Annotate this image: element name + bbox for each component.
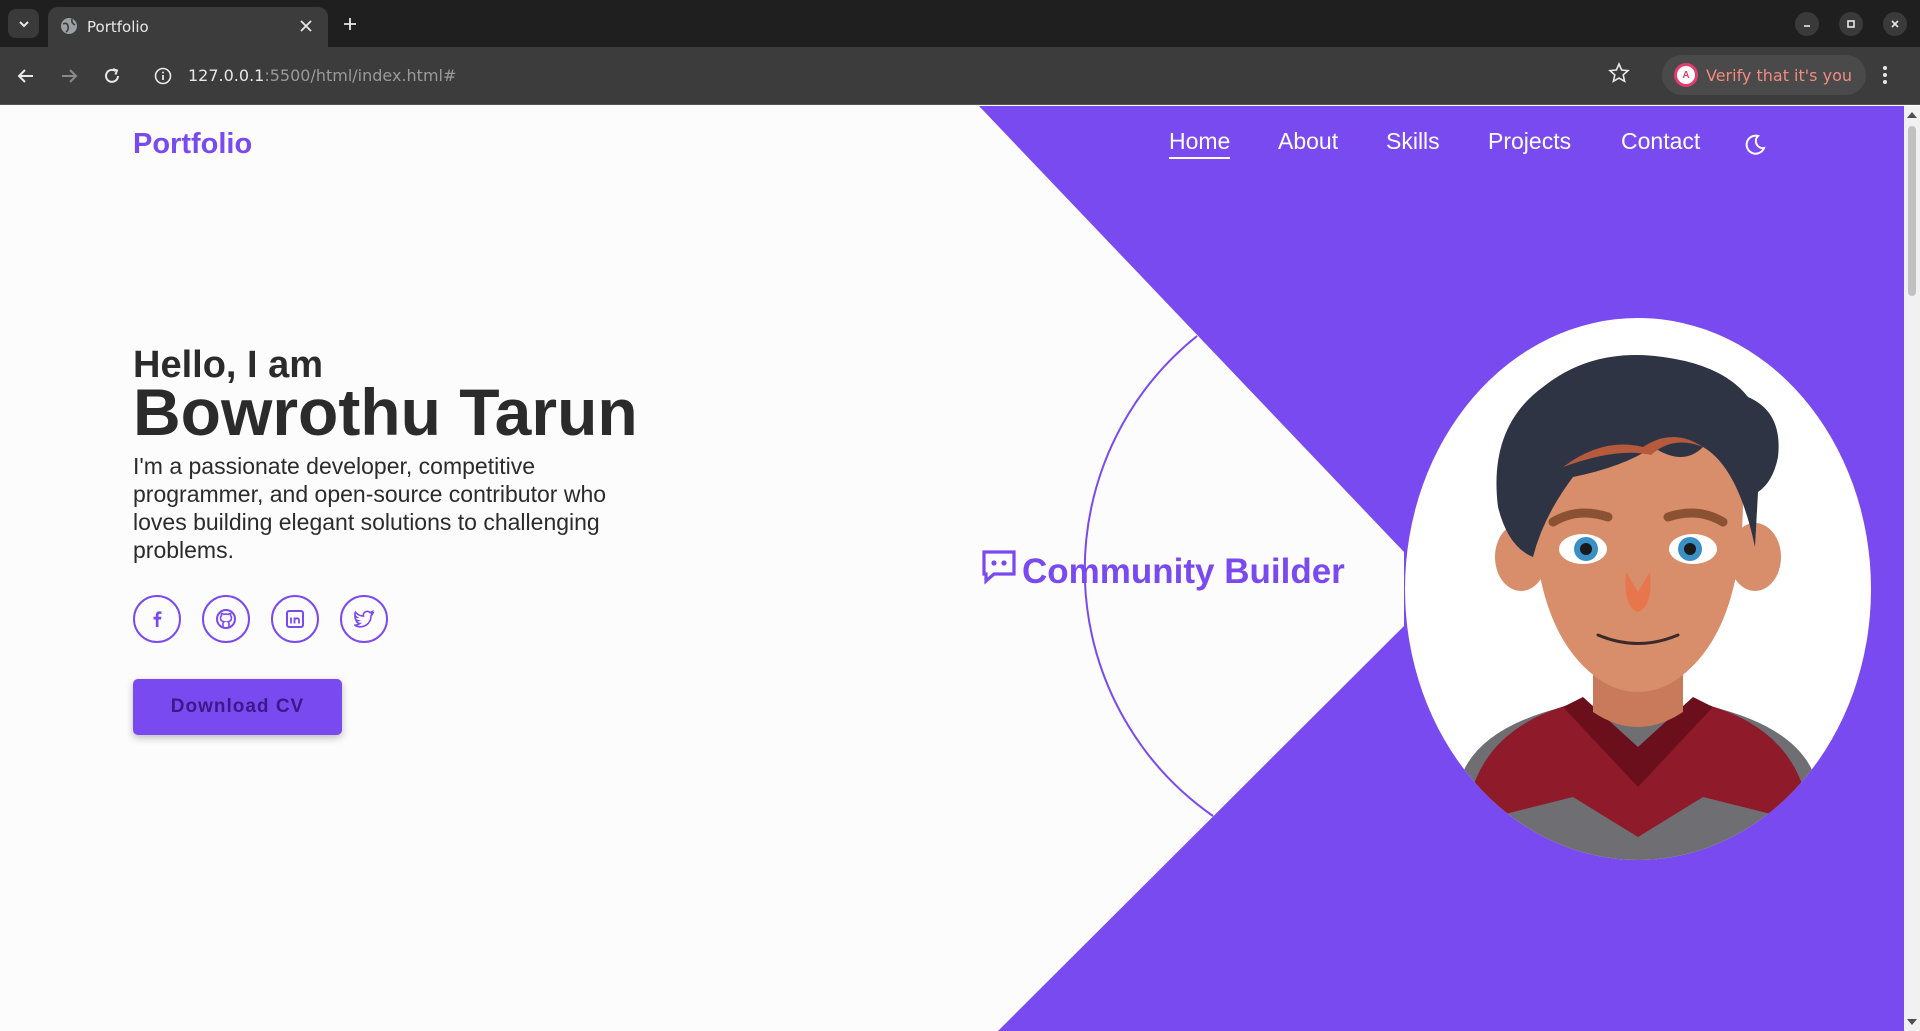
scroll-down-icon[interactable]	[1907, 1019, 1917, 1025]
nav-projects[interactable]: Projects	[1488, 128, 1571, 155]
back-button[interactable]	[13, 63, 39, 89]
linkedin-link[interactable]	[271, 595, 319, 643]
info-icon[interactable]	[154, 67, 172, 90]
twitter-icon	[353, 609, 375, 628]
facebook-icon	[153, 611, 162, 627]
minimize-icon	[1804, 25, 1810, 27]
maximize-icon	[1847, 20, 1855, 28]
arrow-right-icon	[62, 69, 78, 83]
web-page: Portfolio Home About Skills Projects Con…	[0, 106, 1904, 1031]
maximize-button[interactable]	[1839, 12, 1863, 36]
verify-label: Verify that it's you	[1706, 65, 1852, 85]
role-label: Community Builder	[980, 548, 1345, 595]
reload-button[interactable]	[99, 63, 125, 89]
close-window-button[interactable]	[1883, 12, 1907, 36]
chevron-down-icon	[18, 20, 29, 27]
url-path: :5500/html/index.html#	[264, 66, 457, 85]
close-tab-icon[interactable]	[294, 14, 318, 38]
facebook-link[interactable]	[133, 595, 181, 643]
nav-home[interactable]: Home	[1169, 128, 1231, 159]
minimize-button[interactable]	[1795, 12, 1819, 36]
reload-icon	[105, 68, 119, 83]
scroll-up-icon[interactable]	[1907, 112, 1917, 118]
hero-description: I'm a passionate developer, competitive …	[133, 453, 607, 563]
profile-avatar: A	[1674, 63, 1698, 87]
nav-about[interactable]: About	[1278, 128, 1338, 155]
github-icon	[216, 609, 236, 629]
avatar-illustration	[1405, 318, 1871, 860]
scrollbar-thumb[interactable]	[1908, 126, 1916, 296]
chat-bubble-icon	[980, 548, 1018, 595]
address-bar[interactable]: 127.0.0.1:5500/html/index.html#	[146, 55, 1646, 97]
browser-tabbar: Portfolio	[0, 0, 1920, 47]
moon-icon[interactable]	[1743, 133, 1767, 162]
url-host: 127.0.0.1	[188, 66, 265, 85]
url-text: 127.0.0.1:5500/html/index.html#	[188, 66, 456, 85]
nav-skills[interactable]: Skills	[1386, 128, 1440, 155]
site-logo[interactable]: Portfolio	[133, 128, 252, 161]
browser-toolbar: 127.0.0.1:5500/html/index.html# A Verify…	[0, 47, 1920, 105]
menu-dots-icon[interactable]	[1882, 64, 1888, 91]
arrow-left-icon	[17, 69, 33, 83]
tab-title: Portfolio	[87, 18, 149, 36]
bookmark-star-icon[interactable]	[1608, 61, 1630, 89]
new-tab-button[interactable]	[337, 11, 363, 37]
browser-tab[interactable]: Portfolio	[48, 7, 328, 47]
twitter-link[interactable]	[340, 595, 388, 643]
page-scrollbar[interactable]	[1904, 106, 1920, 1031]
verify-identity-button[interactable]: A Verify that it's you	[1662, 55, 1866, 95]
download-cv-button[interactable]: Download CV	[133, 679, 342, 735]
close-icon	[1891, 20, 1899, 28]
globe-icon	[60, 17, 78, 40]
github-link[interactable]	[202, 595, 250, 643]
plus-icon	[344, 18, 356, 30]
nav-contact[interactable]: Contact	[1621, 128, 1700, 155]
linkedin-icon	[286, 610, 304, 628]
hero-name: Bowrothu Tarun	[133, 375, 638, 449]
tab-search-button[interactable]	[8, 9, 39, 38]
role-text: Community Builder	[1022, 551, 1345, 591]
forward-button[interactable]	[56, 63, 82, 89]
